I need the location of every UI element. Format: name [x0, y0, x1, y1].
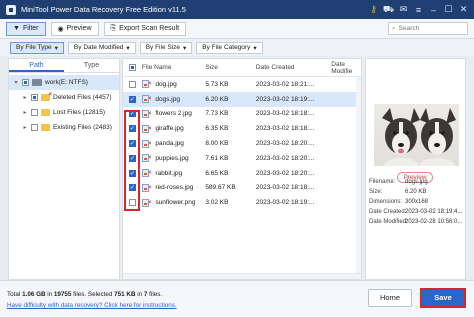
table-row[interactable]: × dog.jpg 5.73 KB 2023-03-02 18:21:...: [123, 77, 361, 92]
key-icon[interactable]: ⚷: [366, 4, 381, 15]
image-file-icon: [141, 183, 149, 192]
chevron-down-icon: ▾: [126, 44, 130, 52]
app-title: MiniTool Power Data Recovery Free Editio…: [21, 5, 186, 14]
filter-icon: ▼: [13, 25, 20, 32]
tree-item-lost-files[interactable]: ▸ Lost Files (12815): [9, 105, 119, 120]
row-checkbox[interactable]: ✓: [128, 140, 136, 148]
toolbar: ▼ Filter ◉ Preview ⎘ Export Scan Result …: [0, 19, 474, 39]
tab-path[interactable]: Path: [9, 59, 64, 72]
file-list-header: File Name Size Date Created Date Modifie: [123, 59, 361, 77]
meta-size: Size: 6.20 KB: [369, 189, 427, 195]
filter-by-file-size[interactable]: By File Size ▾: [139, 41, 193, 54]
row-checkbox[interactable]: ✓: [128, 125, 136, 133]
table-row[interactable]: ✓ × giraffe.jpg 6.35 KB 2023-03-02 18:18:…: [123, 121, 361, 136]
table-row[interactable]: ✓ × red-roses.jpg 589.67 KB 2023-03-02 18…: [123, 181, 361, 196]
image-file-icon: [141, 169, 149, 178]
image-file-icon: [141, 80, 149, 89]
preview-button[interactable]: ◉ Preview: [50, 21, 99, 36]
expand-icon[interactable]: ▸: [22, 94, 28, 101]
table-row[interactable]: × sunflower.png 3.02 KB 2023-03-02 18:19:…: [123, 195, 361, 210]
app-logo-icon: [6, 4, 16, 15]
cart-icon[interactable]: ⛟: [381, 4, 396, 16]
row-checkbox[interactable]: ✓: [128, 169, 136, 177]
lost-folder-icon: [41, 109, 50, 116]
image-file-icon: [141, 95, 149, 104]
selection-summary: Total 1.06 GB in 19755 files. Selected 7…: [7, 291, 163, 298]
tree-item-drive[interactable]: ▾ work(E: NTFS): [9, 75, 119, 90]
checkbox[interactable]: [31, 109, 38, 116]
chevron-down-icon: ▾: [183, 44, 187, 52]
image-file-icon: [141, 109, 149, 118]
filter-by-date-modified[interactable]: By Date Modified ▾: [67, 41, 136, 54]
eye-icon: ◉: [57, 25, 64, 33]
image-file-icon: [141, 124, 149, 133]
search-icon: ⌕: [392, 24, 396, 32]
collapse-icon[interactable]: ▾: [13, 79, 19, 86]
filter-button[interactable]: ▼ Filter: [6, 21, 46, 36]
tree-item-existing-files[interactable]: ▸ Existing Files (2483): [9, 120, 119, 135]
meta-dimensions: Dimensions: 300x168: [369, 199, 429, 205]
home-button[interactable]: Home: [368, 289, 412, 307]
checkbox[interactable]: [22, 79, 29, 86]
filter-bar: By File Type ▾ By Date Modified ▾ By Fil…: [0, 39, 474, 56]
tab-type[interactable]: Type: [64, 59, 119, 72]
row-checkbox[interactable]: ✓: [128, 154, 136, 162]
select-all-checkbox[interactable]: [128, 64, 136, 71]
image-file-icon: [141, 154, 149, 163]
checkbox[interactable]: [31, 124, 38, 131]
chevron-down-icon: ▾: [54, 44, 58, 52]
meta-filename: Filename: dogs.jpg: [369, 179, 428, 185]
table-row[interactable]: ✓ × panda.jpg 8.00 KB 2023-03-02 18:20:..…: [123, 136, 361, 151]
vertical-scrollbar[interactable]: [356, 77, 361, 279]
save-button[interactable]: Save: [420, 288, 466, 308]
expand-icon[interactable]: ▸: [22, 124, 28, 131]
image-file-icon: [141, 198, 149, 207]
export-icon: ⎘: [110, 24, 117, 32]
column-file-name[interactable]: File Name: [142, 64, 205, 71]
folder-icon: [41, 124, 50, 131]
preview-image: [374, 104, 459, 166]
path-tree-panel: Path Type ▾ work(E: NTFS) ▸ Deleted File…: [8, 58, 120, 280]
bottom-bar: Total 1.06 GB in 19755 files. Selected 7…: [0, 280, 474, 317]
menu-icon[interactable]: ≡: [411, 5, 426, 15]
minimize-icon[interactable]: –: [426, 5, 441, 15]
close-icon[interactable]: ✕: [456, 4, 471, 15]
search-box[interactable]: ⌕: [388, 22, 468, 35]
meta-date-modified: Date Modified: 2023-02-28 10:56:0...: [369, 219, 463, 225]
dogs-thumbnail: [382, 108, 456, 166]
deleted-folder-icon: [41, 92, 52, 101]
row-checkbox[interactable]: [128, 80, 136, 88]
column-size[interactable]: Size: [205, 64, 256, 71]
row-checkbox[interactable]: ✓: [128, 110, 136, 118]
panel-tabs: Path Type: [9, 59, 119, 73]
export-scan-result-button[interactable]: ⎘ Export Scan Result: [103, 21, 187, 36]
file-list: File Name Size Date Created Date Modifie…: [122, 58, 362, 280]
table-row[interactable]: ✓ × rabbit.jpg 6.65 KB 2023-03-02 18:20:.…: [123, 166, 361, 181]
table-row[interactable]: ✓ × flowers 2.jpg 7.73 KB 2023-03-02 18:1…: [123, 107, 361, 122]
mail-icon[interactable]: ✉: [396, 4, 411, 15]
row-checkbox[interactable]: ✓: [128, 184, 136, 192]
image-file-icon: [141, 139, 149, 148]
filter-by-file-category[interactable]: By File Category ▾: [196, 41, 263, 54]
column-date-modified[interactable]: Date Modifie: [331, 61, 361, 75]
tree-item-deleted-files[interactable]: ▸ Deleted Files (4457): [9, 90, 119, 105]
row-checkbox[interactable]: ✓: [128, 95, 136, 103]
chevron-down-icon: ▾: [253, 44, 257, 52]
meta-date-created: Date Created: 2023-03-02 18:19:4...: [369, 209, 463, 215]
table-row[interactable]: ✓ × dogs.jpg 6.20 KB 2023-03-02 18:19:...: [123, 91, 361, 107]
row-checkbox[interactable]: [128, 199, 136, 207]
preview-panel: Preview Filename: dogs.jpg Size: 6.20 KB…: [365, 58, 466, 280]
column-date-created[interactable]: Date Created: [256, 64, 331, 71]
title-bar: MiniTool Power Data Recovery Free Editio…: [0, 0, 474, 19]
search-input[interactable]: [398, 25, 465, 32]
filter-by-file-type[interactable]: By File Type ▾: [10, 41, 64, 54]
table-row[interactable]: ✓ × puppies.jpg 7.61 KB 2023-03-02 18:20:…: [123, 151, 361, 166]
maximize-icon[interactable]: ☐: [441, 4, 456, 15]
expand-icon[interactable]: ▸: [22, 109, 28, 116]
help-instructions-link[interactable]: Have difficulty with data recovery? Clic…: [7, 302, 177, 309]
horizontal-scrollbar[interactable]: [123, 273, 361, 279]
drive-icon: [32, 79, 42, 86]
checkbox[interactable]: [31, 94, 38, 101]
